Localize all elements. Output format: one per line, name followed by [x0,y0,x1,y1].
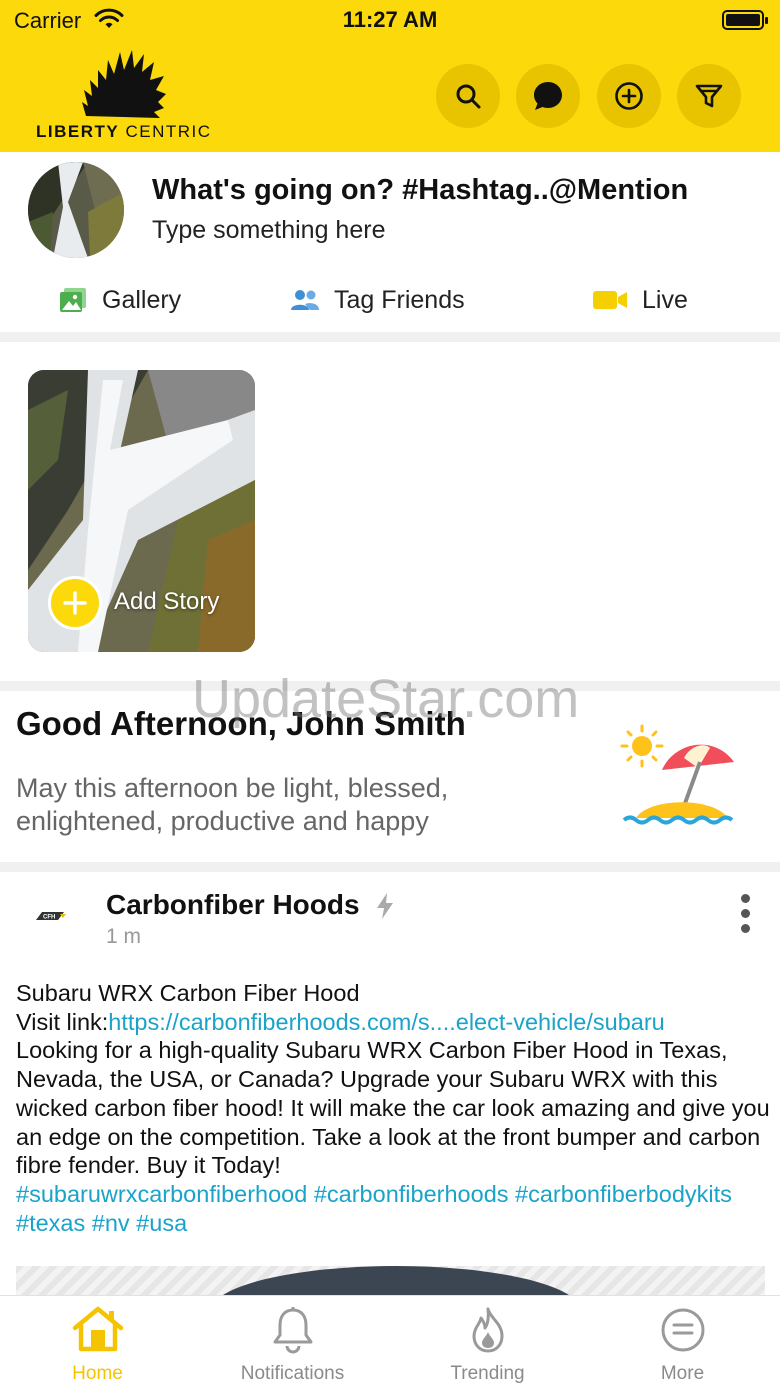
post-author[interactable]: Carbonfiber Hoods [106,889,360,921]
porcupine-icon [82,50,166,118]
status-bar: Carrier 11:27 AM [0,0,780,44]
tab-more[interactable]: More [585,1296,780,1387]
post-link-line: Visit link:https://carbonfiberhoods.com/… [16,1008,665,1035]
app-header: Carrier 11:27 AM LIBERTY CENTRIC [0,0,780,152]
search-button[interactable] [436,64,500,128]
live-button[interactable]: Live [592,282,688,318]
tab-more-label: More [660,1363,705,1384]
create-post-button[interactable] [597,64,661,128]
watermark: UpdateStar.com [192,669,580,729]
filter-icon [695,84,723,108]
battery-icon [722,10,768,30]
tab-trending[interactable]: Trending [390,1296,585,1387]
tab-trending-label: Trending [450,1363,525,1384]
gallery-button[interactable]: Gallery [58,282,181,318]
tag-friends-button[interactable]: Tag Friends [290,282,465,318]
post-headline: Subaru WRX Carbon Fiber Hood [16,980,360,1006]
chat-icon [534,82,562,110]
post-link[interactable]: https://carbonfiberhoods.com/s....elect-… [108,1009,664,1035]
beach-umbrella-icon [620,724,734,825]
post-hashtags[interactable]: #subaruwrxcarbonfiberhood #carbonfiberho… [16,1180,776,1237]
logo-text: LIBERTY CENTRIC [36,122,212,141]
post-options-icon[interactable] [734,894,756,936]
composer-prompt[interactable]: What's going on? #Hashtag..@Mention [152,174,688,207]
video-camera-icon [593,291,627,309]
svg-text:CFH: CFH [43,915,55,921]
live-label: Live [642,285,688,314]
lightning-icon [377,893,393,919]
greeting-message: May this afternoon be light, blessed, en… [16,773,449,836]
section-divider [0,862,780,872]
tab-home-label: Home [72,1363,123,1384]
tag-friends-label: Tag Friends [334,285,465,314]
bell-icon [273,1307,312,1354]
tab-notifications-label: Notifications [240,1363,345,1384]
add-circle-icon [615,82,643,110]
users-icon [291,290,319,310]
post-content: Subaru WRX Carbon Fiber Hood Visit link:… [16,979,776,1237]
post-composer: What's going on? #Hashtag..@Mention Type… [0,152,780,332]
search-icon [456,84,481,109]
post-time: 1 m [106,925,142,948]
composer-placeholder[interactable]: Type something here [152,216,385,245]
post-text: Looking for a high-quality Subaru WRX Ca… [16,1037,770,1179]
tab-notifications[interactable]: Notifications [195,1296,390,1387]
user-avatar[interactable] [28,162,124,258]
flame-icon [472,1307,503,1353]
add-story-card[interactable]: Add Story [28,370,255,652]
filter-button[interactable] [677,64,741,128]
gallery-label: Gallery [102,285,182,314]
app-logo[interactable]: LIBERTY CENTRIC [34,46,214,146]
section-divider [0,332,780,342]
plus-icon [63,591,87,615]
author-logo[interactable]: CFH [34,906,68,926]
chat-button[interactable] [516,64,580,128]
menu-circle-icon [661,1308,704,1352]
home-icon [72,1306,123,1352]
gallery-icon [60,288,86,312]
tab-home[interactable]: Home [0,1296,195,1387]
status-time: 11:27 AM [342,7,438,32]
add-story-button[interactable] [48,576,102,630]
post-image[interactable] [16,1266,765,1296]
add-story-label: Add Story [114,588,220,615]
bottom-tab-bar: Home Notifications Trending More [0,1295,780,1387]
